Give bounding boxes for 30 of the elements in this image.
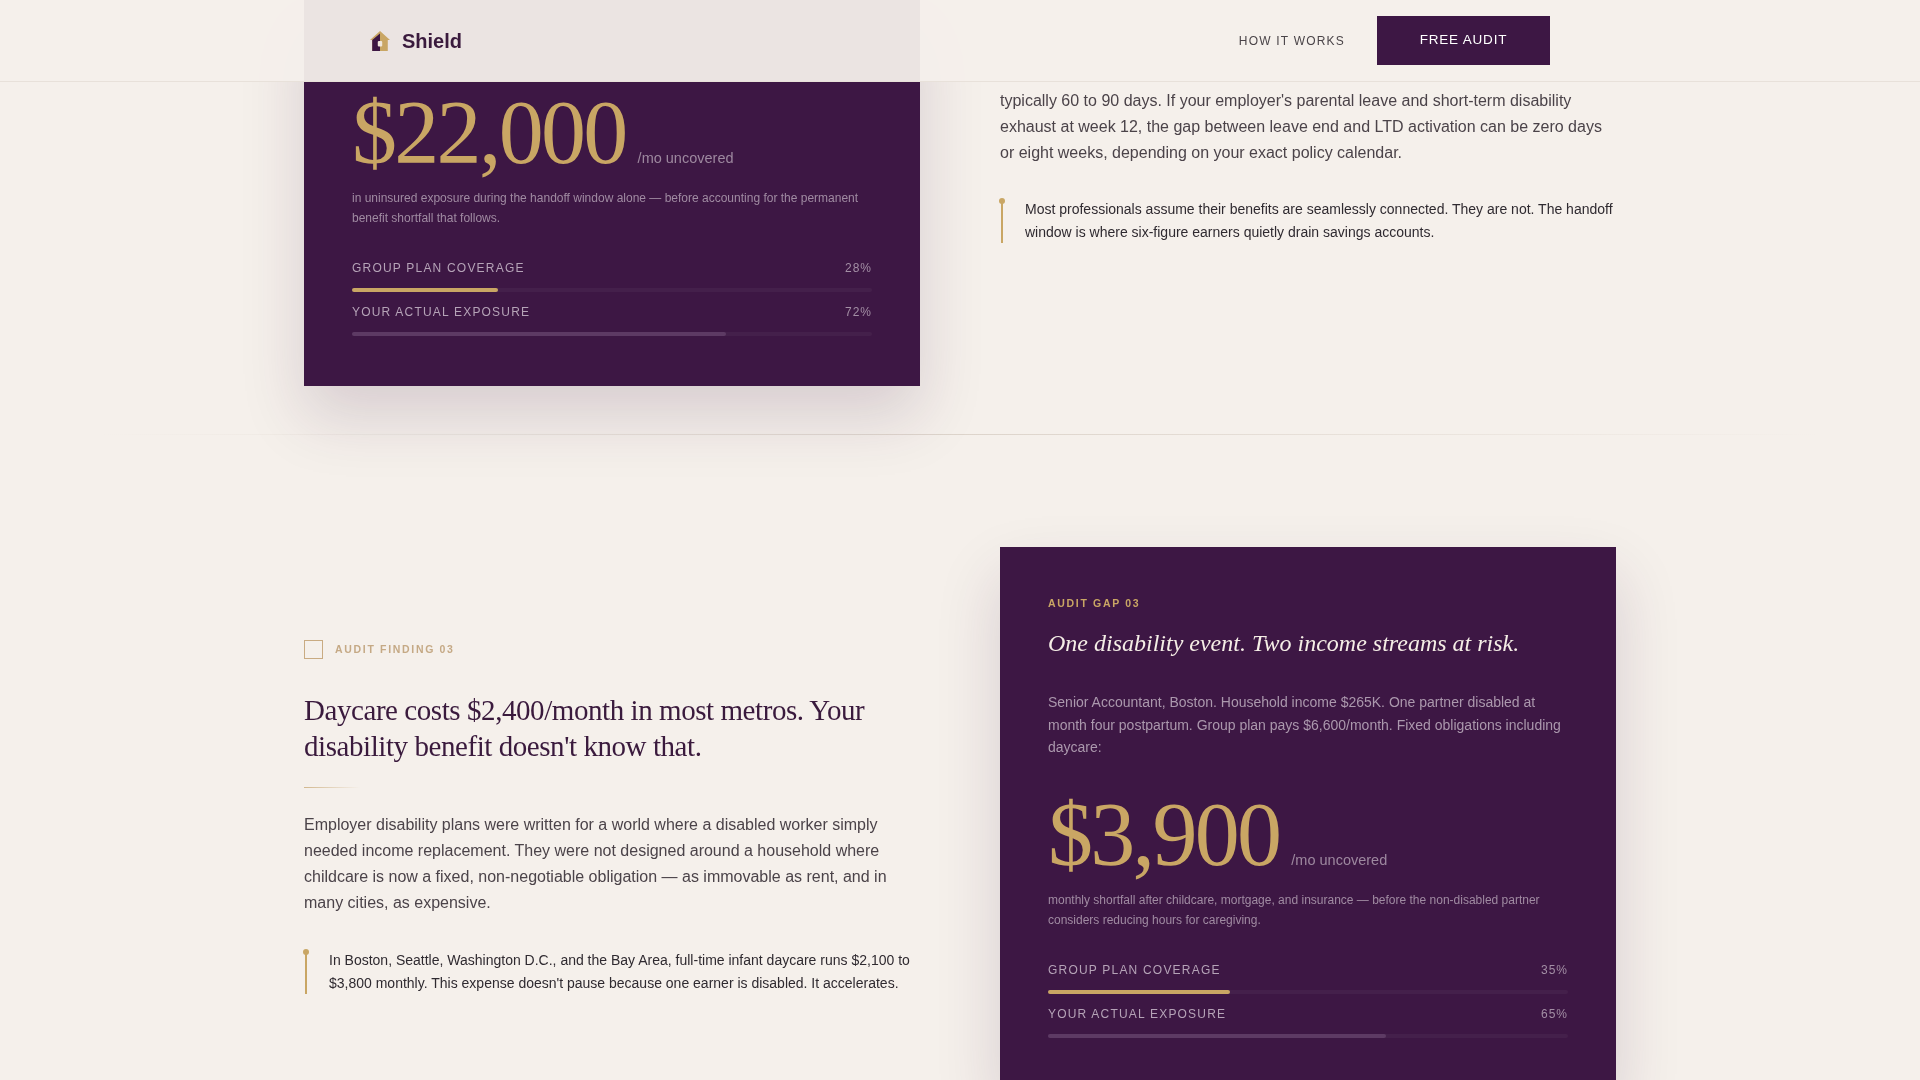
brand-name: Shield	[402, 28, 462, 54]
amount-figure: $3,900	[1048, 789, 1280, 880]
amount-unit: /mo uncovered	[1291, 850, 1388, 870]
meter-reading: 72%	[845, 304, 872, 320]
house-icon	[370, 30, 390, 51]
quote-rule	[1001, 199, 1003, 243]
square-icon	[304, 640, 323, 659]
callout-text: In Boston, Seattle, Washington D.C., and the Bay Area, full-time infant daycare runs $2,100 to $3,800 monthly. This expense doesn't pause because one earner is disabled. It accelerates.	[329, 951, 911, 993]
card-description: Senior Accountant, Boston. Household income $265K. One partner disabled at month four postpartum. Group plan pays $6,600/month. Fixed obligations including daycare:	[1048, 693, 1562, 757]
meter-label: GROUP PLAN COVERAGE	[352, 260, 525, 276]
meter-reading: 28%	[845, 260, 872, 276]
body-paragraph: typically 60 to 90 days. If your employer's parental leave and short-term disability exhaust at week 12, the gap between leave end and LTD activation can be zero days or eight weeks, depending on your exact policy calendar.	[1000, 91, 1603, 163]
quote-rule	[305, 950, 307, 994]
amount-note: in uninsured exposure during the handoff window alone — before accounting for the permanent benefit shortfall that follows.	[352, 190, 860, 227]
amount-note: monthly shortfall after childcare, mortgage, and insurance — before the non-disabled partner considers reducing hours for caregiving.	[1048, 891, 1541, 929]
free-audit-button[interactable]: FREE AUDIT	[1377, 16, 1550, 65]
meter-label: GROUP PLAN COVERAGE	[1048, 961, 1221, 978]
meter-reading: 65%	[1541, 1005, 1568, 1022]
how-it-works-link[interactable]: HOW IT WORKS	[1238, 31, 1345, 50]
card-title: One disability event. Two income streams at risk.	[1048, 629, 1521, 658]
meter-label: YOUR ACTUAL EXPOSURE	[1048, 1005, 1227, 1022]
amount-figure: $22,000	[352, 88, 626, 178]
callout-text: Most professionals assume their benefits are seamlessly connected. They are not. The handoff window is where six-figure earners quietly drain savings accounts.	[1025, 200, 1614, 242]
section-heading: Daycare costs $2,400/month in most metros. Your disability benefit doesn't know that.	[304, 693, 866, 764]
meter-label: YOUR ACTUAL EXPOSURE	[352, 304, 531, 320]
meter-reading: 35%	[1541, 961, 1568, 978]
card-eyebrow: AUDIT GAP 03	[1048, 596, 1142, 611]
section-eyebrow: AUDIT FINDING 03	[335, 641, 455, 657]
amount-unit: /mo uncovered	[637, 149, 734, 168]
body-paragraph: Employer disability plans were written for a world where a disabled worker simply needed income replacement. They were not designed around a household where childcare is now a fixed, non-negotiable obligation — as immovable as rent, and in many cities, as expensive.	[304, 815, 888, 913]
